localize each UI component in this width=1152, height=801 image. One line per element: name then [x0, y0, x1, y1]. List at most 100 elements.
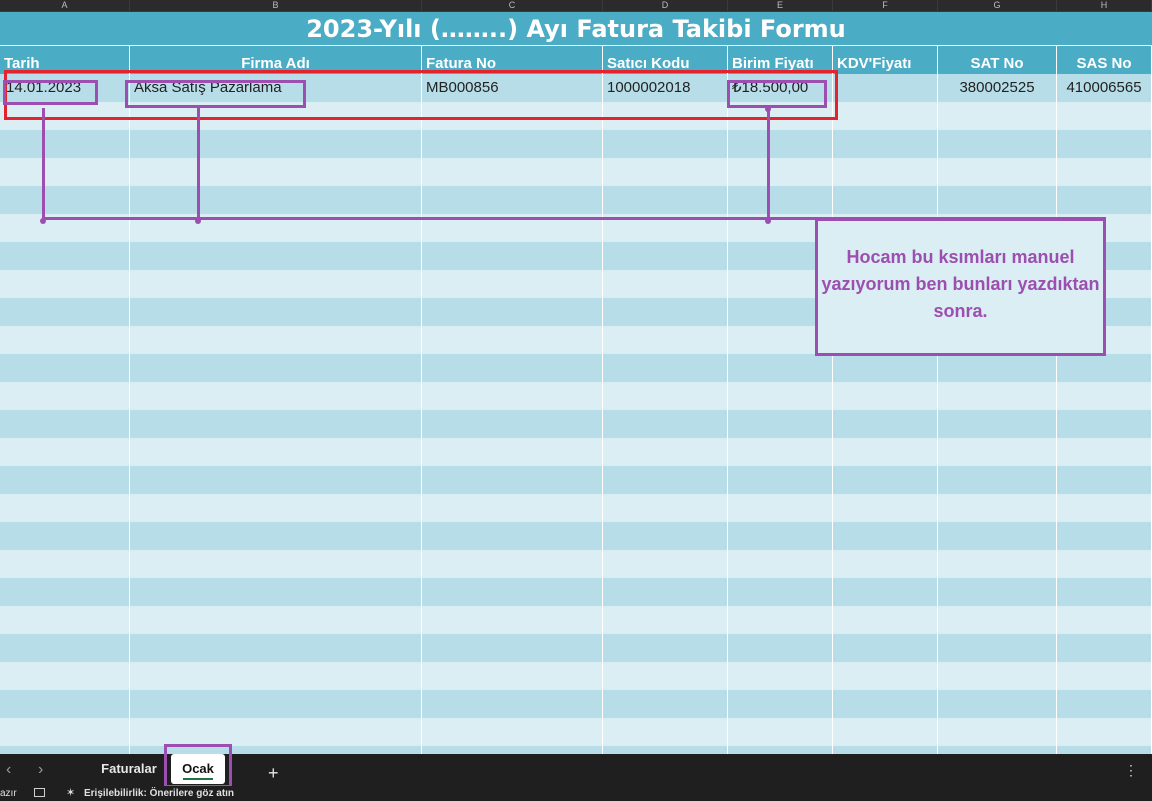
table-cell[interactable]: [422, 718, 603, 746]
table-cell[interactable]: [422, 326, 603, 354]
header-cell[interactable]: Fatura No: [422, 46, 603, 74]
table-cell[interactable]: [938, 466, 1057, 494]
table-cell[interactable]: [603, 270, 728, 298]
table-cell[interactable]: [938, 550, 1057, 578]
table-cell[interactable]: [938, 130, 1057, 158]
table-cell[interactable]: [603, 718, 728, 746]
table-cell[interactable]: [130, 130, 422, 158]
table-cell[interactable]: [728, 410, 833, 438]
table-cell[interactable]: [130, 550, 422, 578]
table-cell[interactable]: [603, 354, 728, 382]
table-cell[interactable]: [130, 382, 422, 410]
table-cell[interactable]: [728, 382, 833, 410]
table-cell[interactable]: [603, 550, 728, 578]
table-cell[interactable]: [0, 662, 130, 690]
table-cell[interactable]: [938, 690, 1057, 718]
column-letter-b[interactable]: B: [130, 0, 422, 11]
column-letter-g[interactable]: G: [938, 0, 1057, 11]
table-cell[interactable]: [1057, 522, 1152, 550]
sheet-title[interactable]: 2023-Yılı (……..) Ayı Fatura Takibi Formu: [0, 12, 1152, 46]
table-cell[interactable]: [130, 410, 422, 438]
table-cell[interactable]: [603, 746, 728, 754]
table-cell[interactable]: [938, 634, 1057, 662]
table-cell[interactable]: [938, 354, 1057, 382]
table-cell[interactable]: [422, 606, 603, 634]
header-cell[interactable]: KDV'Fiyatı: [833, 46, 938, 74]
table-cell[interactable]: [728, 494, 833, 522]
table-cell[interactable]: [728, 662, 833, 690]
sheet-tab-faturalar[interactable]: Faturalar: [88, 754, 170, 784]
column-letter-c[interactable]: C: [422, 0, 603, 11]
table-cell[interactable]: [0, 242, 130, 270]
table-cell[interactable]: [603, 382, 728, 410]
table-cell[interactable]: [0, 718, 130, 746]
table-cell[interactable]: [938, 186, 1057, 214]
table-cell[interactable]: [1057, 746, 1152, 754]
table-cell[interactable]: [130, 578, 422, 606]
table-cell[interactable]: [0, 410, 130, 438]
table-cell[interactable]: [938, 382, 1057, 410]
header-cell[interactable]: Satıcı Kodu: [603, 46, 728, 74]
table-cell[interactable]: [833, 410, 938, 438]
table-cell[interactable]: [422, 158, 603, 186]
table-cell[interactable]: [422, 130, 603, 158]
header-cell[interactable]: Tarih: [0, 46, 130, 74]
table-cell[interactable]: [0, 746, 130, 754]
table-cell[interactable]: [728, 634, 833, 662]
table-cell[interactable]: [422, 242, 603, 270]
table-cell[interactable]: [728, 550, 833, 578]
accessibility-status[interactable]: Erişilebilirlik: Önerilere göz atın: [84, 786, 234, 801]
table-cell[interactable]: [0, 550, 130, 578]
table-cell[interactable]: [833, 382, 938, 410]
table-cell[interactable]: [422, 102, 603, 130]
table-cell[interactable]: [130, 746, 422, 754]
table-cell[interactable]: [603, 634, 728, 662]
table-cell[interactable]: [728, 102, 833, 130]
table-cell[interactable]: [833, 438, 938, 466]
table-cell[interactable]: [728, 186, 833, 214]
table-cell[interactable]: [833, 186, 938, 214]
table-cell[interactable]: [130, 438, 422, 466]
next-sheet-icon[interactable]: ›: [38, 761, 43, 779]
table-cell[interactable]: [833, 466, 938, 494]
table-cell[interactable]: [422, 186, 603, 214]
table-cell[interactable]: [1057, 102, 1152, 130]
table-cell[interactable]: [422, 382, 603, 410]
table-cell[interactable]: [0, 466, 130, 494]
table-cell[interactable]: [130, 354, 422, 382]
table-cell[interactable]: [1057, 634, 1152, 662]
table-cell[interactable]: [0, 158, 130, 186]
header-cell[interactable]: Birim Fiyatı: [728, 46, 833, 74]
column-letter-d[interactable]: D: [603, 0, 728, 11]
table-cell[interactable]: [833, 354, 938, 382]
table-cell[interactable]: [728, 606, 833, 634]
table-cell[interactable]: [603, 438, 728, 466]
table-cell[interactable]: [1057, 578, 1152, 606]
table-cell[interactable]: [0, 354, 130, 382]
table-cell[interactable]: [422, 662, 603, 690]
table-cell[interactable]: [422, 494, 603, 522]
table-cell[interactable]: [833, 662, 938, 690]
table-cell[interactable]: [728, 522, 833, 550]
table-cell[interactable]: [1057, 662, 1152, 690]
table-cell[interactable]: [130, 270, 422, 298]
table-cell[interactable]: [728, 354, 833, 382]
table-cell[interactable]: [130, 690, 422, 718]
table-cell[interactable]: [1057, 606, 1152, 634]
table-cell[interactable]: [833, 130, 938, 158]
table-cell[interactable]: [0, 578, 130, 606]
table-cell[interactable]: [422, 578, 603, 606]
table-cell[interactable]: [603, 466, 728, 494]
table-cell[interactable]: [603, 326, 728, 354]
table-cell[interactable]: [833, 494, 938, 522]
table-cell[interactable]: [1057, 158, 1152, 186]
more-options-icon[interactable]: ⋮: [1124, 762, 1138, 779]
table-cell[interactable]: [833, 718, 938, 746]
table-cell[interactable]: [938, 438, 1057, 466]
table-cell[interactable]: [0, 270, 130, 298]
column-letter-h[interactable]: H: [1057, 0, 1152, 11]
table-cell[interactable]: [1057, 410, 1152, 438]
table-cell[interactable]: MB000856: [422, 74, 603, 102]
table-cell[interactable]: [0, 438, 130, 466]
sheet-stats-icon[interactable]: [34, 788, 45, 797]
